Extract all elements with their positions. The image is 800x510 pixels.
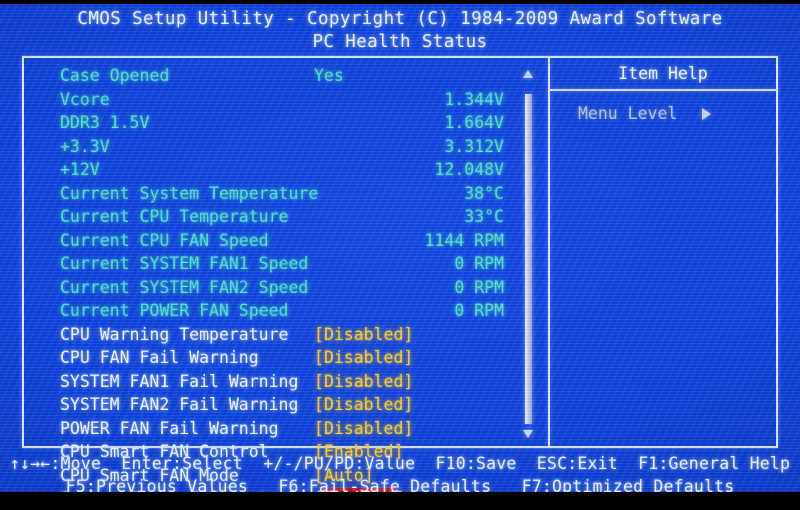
row-label: DDR3 1.5V: [60, 113, 150, 132]
row-value: 3.312V: [444, 136, 504, 156]
list-row[interactable]: CPU Warning Temperature [Disabled]: [24, 323, 548, 347]
row-value[interactable]: [Disabled]: [314, 393, 413, 417]
footer-line-1: ↑↓→←:Move Enter:Select +/-/PU/PD:Value F…: [9, 454, 791, 473]
list-row: Current System Temperature 38°C: [24, 182, 548, 206]
row-value: 12.048V: [434, 160, 504, 179]
list-scrollbar[interactable]: [519, 66, 537, 440]
row-label: +3.3V: [60, 136, 110, 156]
row-value: 33°C: [464, 207, 504, 226]
list-row[interactable]: SYSTEM FAN1 Fail Warning [Disabled]: [24, 370, 548, 394]
row-value: 0 RPM: [454, 301, 504, 320]
row-label: +12V: [60, 160, 100, 179]
row-label: SYSTEM FAN1 Fail Warning: [60, 371, 299, 391]
item-help-rule: [550, 89, 776, 91]
row-value-text: Disabled: [323, 371, 404, 391]
list-row: Current CPU FAN Speed 1144 RPM: [24, 229, 548, 253]
header: CMOS Setup Utility - Copyright (C) 1984-…: [0, 4, 800, 54]
row-value: 0 RPM: [454, 254, 504, 273]
row-value[interactable]: [Disabled]: [314, 323, 413, 347]
row-value[interactable]: [Disabled]: [314, 370, 413, 394]
footer-line-2: F5:Previous Values F6:Fail-Safe Defaults…: [65, 477, 735, 492]
scroll-down-arrow-icon[interactable]: [523, 430, 533, 438]
row-value: 1.344V: [444, 89, 504, 109]
right-triangle-icon: [702, 108, 711, 120]
scroll-up-arrow-icon[interactable]: [523, 70, 533, 78]
list-row: Case Opened Yes: [24, 64, 548, 88]
row-label: Vcore: [60, 89, 110, 109]
content-panels: Case Opened Yes Vcore 1.344V DDR3 1.5V 1.664V…: [22, 56, 778, 492]
bios-screen: CMOS Setup Utility - Copyright (C) 1984-…: [0, 0, 800, 510]
row-value-text: Disabled: [323, 395, 404, 414]
page-subtitle: PC Health Status: [312, 32, 488, 52]
row-label: CPU FAN Fail Warning: [60, 348, 259, 367]
row-value[interactable]: [Disabled]: [314, 417, 413, 441]
row-value: 38°C: [464, 183, 504, 203]
row-label: POWER FAN Fail Warning: [60, 418, 279, 438]
row-value-text: Disabled: [323, 418, 404, 438]
item-help-title: Item Help: [618, 64, 708, 83]
footer-help-bar: ↑↓→←:Move Enter:Select +/-/PU/PD:Value F…: [0, 452, 800, 492]
crt-display-area: CMOS Setup Utility - Copyright (C) 1984-…: [0, 4, 800, 492]
row-value[interactable]: [Disabled]: [314, 346, 413, 370]
list-row: Current SYSTEM FAN1 Speed 0 RPM: [24, 252, 548, 276]
menu-level-label: Menu Level: [578, 104, 678, 123]
row-value: Yes: [314, 66, 344, 85]
list-row[interactable]: SYSTEM FAN2 Fail Warning [Disabled]: [24, 393, 548, 417]
row-value: 0 RPM: [454, 277, 504, 297]
item-help-panel: Item Help Menu Level: [550, 58, 776, 446]
list-row[interactable]: CPU FAN Fail Warning [Disabled]: [24, 346, 548, 370]
list-row: +3.3V 3.312V: [24, 135, 548, 159]
list-row: DDR3 1.5V 1.664V: [24, 111, 548, 135]
row-value: 1.664V: [444, 113, 504, 132]
scrollbar-thumb[interactable]: [525, 94, 532, 424]
list-row: Current CPU Temperature 33°C: [24, 205, 548, 229]
row-label: CPU Warning Temperature: [60, 324, 289, 344]
list-row: Current POWER FAN Speed 0 RPM: [24, 299, 548, 323]
row-value-text: Disabled: [323, 348, 404, 367]
list-row: Current SYSTEM FAN2 Speed 0 RPM: [24, 276, 548, 300]
row-value: 1144 RPM: [424, 230, 504, 250]
health-status-list: Case Opened Yes Vcore 1.344V DDR3 1.5V 1.664V…: [24, 58, 548, 492]
row-label: Case Opened: [60, 66, 170, 85]
list-row: Vcore 1.344V: [24, 88, 548, 112]
list-row: +12V 12.048V: [24, 158, 548, 182]
row-value-text: Disabled: [323, 324, 404, 344]
page-title: CMOS Setup Utility - Copyright (C) 1984-…: [77, 9, 723, 29]
row-label: SYSTEM FAN2 Fail Warning: [60, 395, 299, 414]
list-row[interactable]: POWER FAN Fail Warning [Disabled]: [24, 417, 548, 441]
